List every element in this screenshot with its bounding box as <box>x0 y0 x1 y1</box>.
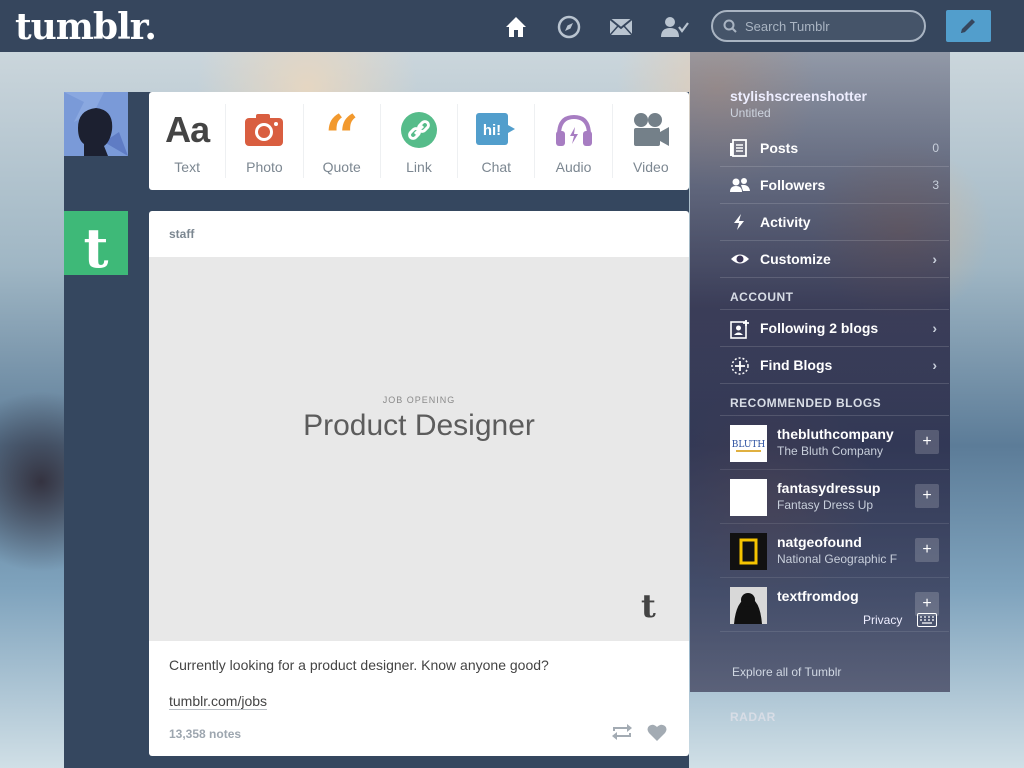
posts-icon <box>730 139 748 160</box>
svg-text:t: t <box>84 216 109 275</box>
recommended-blog-name: textfromdog <box>777 588 859 604</box>
followers-count: 3 <box>932 178 939 192</box>
search-input[interactable] <box>745 18 915 34</box>
sidebar-item-following[interactable]: Following 2 blogs › <box>720 310 949 347</box>
recommended-blog[interactable]: fantasydressup Fantasy Dress Up + <box>720 470 949 524</box>
tumblr-t-icon: t <box>641 587 656 625</box>
sidebar-item-followers[interactable]: Followers 3 <box>720 167 949 204</box>
recommended-blog[interactable]: BLUTH thebluthcompany The Bluth Company … <box>720 416 949 470</box>
sidebar-item-label: Find Blogs <box>760 357 833 373</box>
account-header: ACCOUNT <box>720 278 949 310</box>
explore-link[interactable]: Explore all of Tumblr <box>732 665 841 679</box>
radar-header: RADAR <box>730 710 776 724</box>
chevron-right-icon: › <box>932 357 937 373</box>
camera-icon <box>226 108 302 152</box>
account-icon[interactable] <box>661 14 689 40</box>
post-type-bar: Aa Text Photo “ Quote Link hi! Chat Audi… <box>149 92 689 190</box>
sidebar-item-find-blogs[interactable]: Find Blogs › <box>720 347 949 384</box>
home-icon[interactable] <box>503 14 529 40</box>
post-type-chat[interactable]: hi! Chat <box>458 104 536 178</box>
sidebar-item-customize[interactable]: Customize › <box>720 241 949 278</box>
recommended-blog-name: natgeofound <box>777 534 862 550</box>
user-avatar[interactable] <box>64 92 128 156</box>
reblog-icon[interactable] <box>611 723 633 746</box>
sidebar-item-activity[interactable]: Activity <box>720 204 949 241</box>
explore-icon[interactable] <box>556 14 582 40</box>
sidebar-item-label: Following 2 blogs <box>760 320 879 336</box>
post-type-quote[interactable]: “ Quote <box>304 104 381 178</box>
post-type-photo[interactable]: Photo <box>226 104 304 178</box>
eye-icon <box>730 250 750 271</box>
keyboard-icon[interactable] <box>917 613 937 632</box>
followers-icon <box>730 176 750 197</box>
post-type-video[interactable]: Video <box>613 104 689 178</box>
following-icon <box>730 319 750 342</box>
blog-menu: Posts 0 Followers 3 Activity Customize ›… <box>720 130 949 632</box>
post-body: Currently looking for a product designer… <box>169 657 549 673</box>
blog-avatar <box>730 533 767 570</box>
privacy-link[interactable]: Privacy <box>863 613 902 627</box>
sidebar-item-posts[interactable]: Posts 0 <box>720 130 949 167</box>
video-camera-icon <box>613 108 689 152</box>
text-icon: Aa <box>165 109 210 150</box>
chevron-right-icon: › <box>932 251 937 267</box>
recommended-blog-desc: The Bluth Company <box>777 444 884 458</box>
compose-button[interactable] <box>946 10 991 42</box>
post-notes[interactable]: 13,358 notes <box>169 727 241 741</box>
svg-text:BLUTH: BLUTH <box>732 440 766 450</box>
pencil-icon <box>961 19 975 33</box>
post-type-text[interactable]: Aa Text <box>149 104 227 178</box>
search-box[interactable] <box>711 10 926 42</box>
recommended-header: RECOMMENDED BLOGS <box>720 384 949 416</box>
blog-subtitle: Untitled <box>730 106 771 120</box>
post-image[interactable]: JOB OPENING Product Designer t <box>149 257 689 641</box>
blog-avatar: BLUTH <box>730 425 767 462</box>
staff-avatar[interactable]: t <box>64 211 128 280</box>
post-author[interactable]: staff <box>169 227 194 241</box>
image-kicker: JOB OPENING <box>382 395 456 405</box>
top-navigation: tumblr. <box>0 0 1024 52</box>
image-title: Product Designer <box>303 409 535 442</box>
quote-icon: “ <box>324 103 359 173</box>
svg-text:hi!: hi! <box>483 122 501 139</box>
recommended-blog-name: thebluthcompany <box>777 426 894 442</box>
post-type-link[interactable]: Link <box>381 104 459 178</box>
blog-avatar <box>730 479 767 516</box>
post-link[interactable]: tumblr.com/jobs <box>169 693 268 710</box>
blog-avatar <box>730 587 767 624</box>
recommended-blog-desc: National Geographic F <box>777 552 898 566</box>
post-card: staff JOB OPENING Product Designer t Cur… <box>149 211 689 756</box>
posts-count: 0 <box>932 141 939 155</box>
link-icon <box>381 108 457 152</box>
sidebar-item-label: Posts <box>760 140 799 156</box>
recommended-blog[interactable]: natgeofound National Geographic F + <box>720 524 949 578</box>
find-blogs-icon <box>730 356 750 379</box>
tumblr-logo[interactable]: tumblr. <box>15 6 157 48</box>
sidebar-item-label: Followers <box>760 177 826 193</box>
sidebar-item-label: Activity <box>760 214 811 230</box>
inbox-icon[interactable] <box>608 14 634 40</box>
sidebar-item-label: Customize <box>760 251 831 267</box>
headphones-icon <box>535 108 611 152</box>
recommended-blog-name: fantasydressup <box>777 480 881 496</box>
follow-button[interactable]: + <box>915 538 939 562</box>
recommended-blog[interactable]: textfromdog + <box>720 578 949 632</box>
post-type-audio[interactable]: Audio <box>535 104 613 178</box>
chevron-right-icon: › <box>932 320 937 336</box>
follow-button[interactable]: + <box>915 484 939 508</box>
heart-icon[interactable] <box>647 724 667 747</box>
search-icon <box>723 19 737 33</box>
blog-name[interactable]: stylishscreenshotter <box>730 88 867 104</box>
chat-icon: hi! <box>458 108 534 152</box>
activity-icon <box>730 213 748 234</box>
recommended-blog-desc: Fantasy Dress Up <box>777 498 874 512</box>
follow-button[interactable]: + <box>915 430 939 454</box>
